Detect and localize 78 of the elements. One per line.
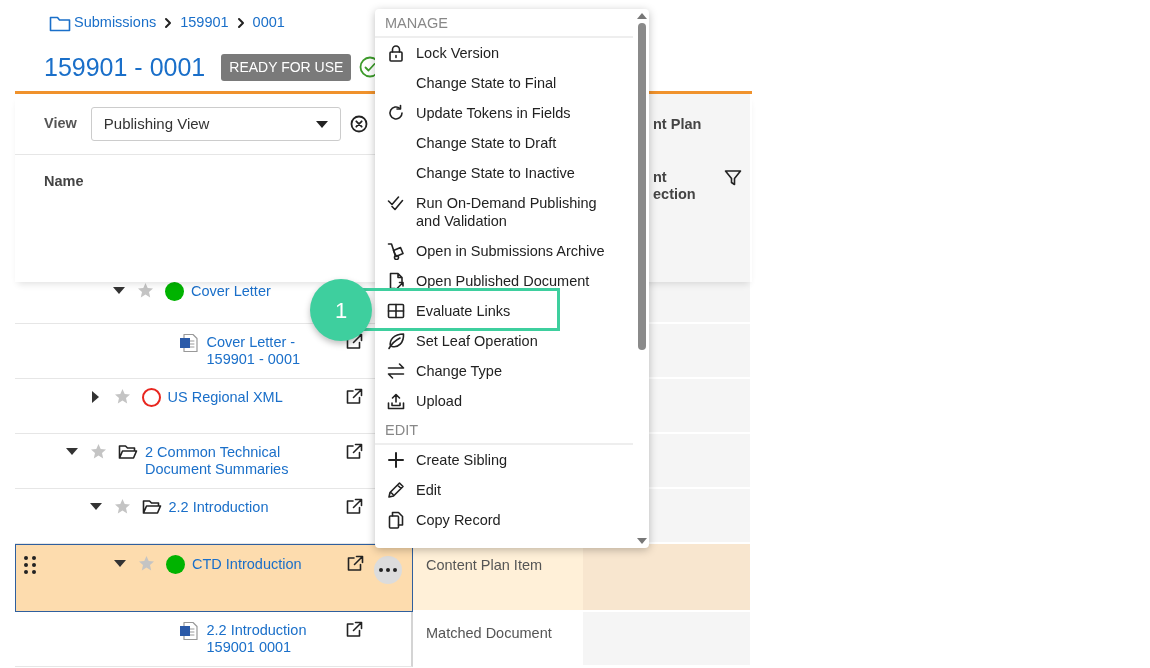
caret-icon[interactable] xyxy=(113,287,125,294)
tree-item-link[interactable]: CTD Introduction xyxy=(192,555,302,573)
drag-handle-icon[interactable] xyxy=(23,555,37,575)
filter-icon[interactable] xyxy=(724,169,742,187)
tree-item-link[interactable]: 2.2 Introduction xyxy=(168,498,269,516)
external-link-icon[interactable] xyxy=(346,443,363,460)
word-document-icon xyxy=(178,333,199,353)
star-icon[interactable] xyxy=(90,443,107,460)
folder-icon xyxy=(49,14,71,32)
caret-icon[interactable] xyxy=(92,391,99,403)
star-icon[interactable] xyxy=(137,282,154,299)
menu-item[interactable]: Edit xyxy=(375,475,635,505)
breadcrumb-link[interactable]: 159901 xyxy=(180,12,229,34)
row-type: Content Plan Item xyxy=(425,556,544,575)
chevron-icon xyxy=(164,17,173,29)
breadcrumb-link[interactable]: Submissions xyxy=(74,12,157,34)
tree-item-link[interactable]: Cover Letter xyxy=(191,282,271,300)
menu-item[interactable]: Open in Submissions Archive xyxy=(375,236,635,266)
menu-item[interactable]: Run On-Demand Publishing and Validation xyxy=(375,188,635,236)
menu-item[interactable]: Update Tokens in Fields xyxy=(375,98,635,128)
menu-item[interactable]: Lock Version xyxy=(375,38,635,68)
column-header[interactable]: nt ection xyxy=(653,169,705,203)
external-link-icon[interactable] xyxy=(347,555,364,572)
tree-item-link[interactable]: 2 Common Technical Document Summaries xyxy=(145,443,305,478)
step-number-badge: 1 xyxy=(310,279,372,341)
menu-item[interactable]: Change State to Draft xyxy=(375,128,635,158)
table-icon xyxy=(387,302,405,320)
hand-truck-icon xyxy=(387,242,405,260)
menu-item[interactable]: Change State to Inactive xyxy=(375,158,635,188)
plus-icon xyxy=(387,451,405,469)
menu-item[interactable]: Copy Record xyxy=(375,505,635,535)
scroll-up-icon[interactable] xyxy=(637,13,647,19)
column-group-heading: nt Plan xyxy=(653,114,702,134)
row-type: Matched Document xyxy=(425,624,553,643)
word-document-icon xyxy=(178,621,199,641)
caret-icon[interactable] xyxy=(66,448,78,455)
lock-icon xyxy=(387,44,405,62)
breadcrumb-link[interactable]: 0001 xyxy=(252,12,285,34)
column-header: Name xyxy=(44,173,84,189)
external-link-icon[interactable] xyxy=(346,498,363,515)
more-button[interactable] xyxy=(374,556,402,584)
star-icon[interactable] xyxy=(113,498,131,515)
document-link[interactable]: 2.2 Introduction 159001 0001 xyxy=(206,621,317,656)
clear-icon[interactable] xyxy=(349,115,368,133)
status-badge: READY FOR USE xyxy=(221,53,352,81)
menu-item[interactable]: Set Leaf Operation xyxy=(375,326,635,356)
chevron-icon xyxy=(236,17,245,29)
external-link-icon[interactable] xyxy=(346,621,363,638)
menu-item[interactable]: Evaluate Links xyxy=(375,296,635,326)
star-icon[interactable] xyxy=(138,555,155,572)
refresh-icon xyxy=(387,104,405,122)
document-arrow-icon xyxy=(387,272,405,290)
menu-item[interactable]: Open Published Document xyxy=(375,266,635,296)
menu-item[interactable]: Create Sibling xyxy=(375,445,635,475)
leaf-icon xyxy=(387,332,405,350)
tree-item-link[interactable]: US Regional XML xyxy=(167,388,283,406)
menu-item[interactable]: Upload xyxy=(375,386,635,416)
upload-icon xyxy=(387,392,405,410)
view-select[interactable]: Publishing View xyxy=(90,107,341,141)
menu-section-heading: MANAGE xyxy=(375,9,633,38)
page-title: 159901 - 0001 xyxy=(44,52,206,82)
star-icon[interactable] xyxy=(113,388,131,405)
pencil-icon xyxy=(387,481,405,499)
caret-icon[interactable] xyxy=(114,560,126,567)
copy-icon xyxy=(387,511,405,529)
dropdown-caret-icon[interactable] xyxy=(315,120,328,128)
scrollbar-thumb[interactable] xyxy=(638,23,646,350)
menu-section-heading: EDIT xyxy=(375,416,633,445)
external-link-icon[interactable] xyxy=(346,388,363,405)
caret-icon[interactable] xyxy=(89,503,102,510)
open-folder-icon xyxy=(118,444,138,460)
view-label: View xyxy=(44,114,77,134)
swap-arrows-icon xyxy=(387,362,405,380)
menu-item[interactable]: Change State to Final xyxy=(375,68,635,98)
open-folder-icon xyxy=(141,499,162,515)
more-icon xyxy=(379,568,397,572)
menu-item[interactable]: Change Type xyxy=(375,356,635,386)
double-check-icon xyxy=(387,194,405,212)
